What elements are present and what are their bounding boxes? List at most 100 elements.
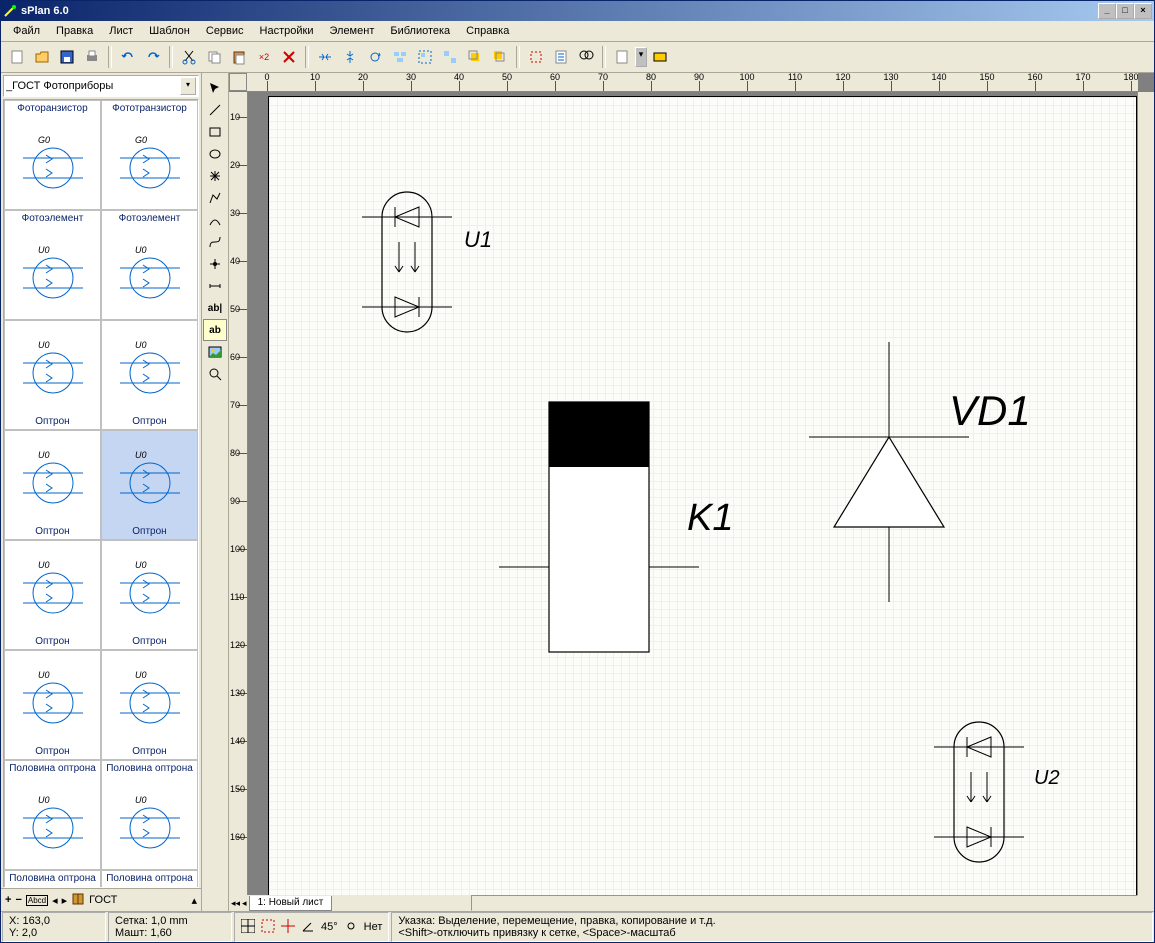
size-inc-icon[interactable]: ▸ <box>62 894 68 907</box>
menu-template[interactable]: Шаблон <box>141 23 198 39</box>
page-dropdown-icon[interactable]: ▾ <box>635 47 647 67</box>
zoom-tool-icon[interactable] <box>203 363 227 385</box>
svg-text:U0: U0 <box>135 450 147 460</box>
component-vd1[interactable] <box>789 342 989 602</box>
remove-icon[interactable]: − <box>15 894 21 906</box>
line-tool-icon[interactable] <box>203 99 227 121</box>
library-item[interactable]: ФотоэлементU0 <box>101 210 198 320</box>
library-item-label: Оптрон <box>5 744 100 759</box>
paste-icon[interactable] <box>227 45 251 69</box>
redo-icon[interactable] <box>141 45 165 69</box>
library-item[interactable]: Половина оптронаU0 <box>101 760 198 870</box>
app-window: sPlan 6.0 _ □ × Файл Правка Лист Шаблон … <box>0 0 1155 943</box>
tab-nav-first-icon[interactable]: ◂◂ <box>231 898 240 909</box>
search-icon[interactable] <box>574 45 598 69</box>
cut-icon[interactable] <box>177 45 201 69</box>
special-tool-icon[interactable] <box>203 165 227 187</box>
align-icon[interactable] <box>388 45 412 69</box>
list-icon[interactable] <box>549 45 573 69</box>
angle-icon[interactable] <box>301 919 315 936</box>
sheet-tab[interactable]: 1: Новый лист <box>249 896 333 911</box>
bezier-tool-icon[interactable] <box>203 231 227 253</box>
circle-tool-icon[interactable] <box>203 143 227 165</box>
label-toggle-icon[interactable]: Abcd <box>26 895 48 906</box>
vertical-scrollbar[interactable] <box>1137 92 1154 895</box>
undo-icon[interactable] <box>116 45 140 69</box>
image-tool-icon[interactable] <box>203 341 227 363</box>
library-item[interactable]: U0Оптрон <box>101 540 198 650</box>
menu-file[interactable]: Файл <box>5 23 48 39</box>
library-item[interactable]: ФотоэлементU0 <box>4 210 101 320</box>
rect-tool-icon[interactable] <box>203 121 227 143</box>
library-item[interactable]: U0 Оптрон <box>4 650 101 760</box>
book-icon[interactable] <box>71 892 85 909</box>
ungroup-icon[interactable] <box>438 45 462 69</box>
snap-rect-icon[interactable] <box>261 919 275 936</box>
menu-service[interactable]: Сервис <box>198 23 252 39</box>
size-dec-icon[interactable]: ◂ <box>52 894 58 907</box>
library-item[interactable]: ФоторанзисторG0 <box>4 100 101 210</box>
grid-icon[interactable] <box>241 919 255 936</box>
menu-edit[interactable]: Правка <box>48 23 101 39</box>
zoom-window-icon[interactable] <box>648 45 672 69</box>
menu-settings[interactable]: Настройки <box>252 23 322 39</box>
dimension-tool-icon[interactable] <box>203 275 227 297</box>
library-item[interactable]: Половина оптронаU0 <box>4 760 101 870</box>
add-icon[interactable]: + <box>5 894 11 906</box>
group-icon[interactable] <box>413 45 437 69</box>
copy-icon[interactable] <box>202 45 226 69</box>
close-button[interactable]: × <box>1134 3 1152 19</box>
menu-library[interactable]: Библиотека <box>382 23 458 39</box>
menu-sheet[interactable]: Лист <box>101 23 141 39</box>
library-item[interactable]: U0Оптрон <box>101 430 198 540</box>
open-icon[interactable] <box>30 45 54 69</box>
rotate-icon[interactable] <box>363 45 387 69</box>
mirror-v-icon[interactable] <box>338 45 362 69</box>
library-item[interactable]: U0Оптрон <box>4 320 101 430</box>
label-u1: U1 <box>464 227 492 253</box>
library-item[interactable]: Половина оптронаU0 <box>4 870 101 888</box>
duplicate-icon[interactable]: ×2 <box>252 45 276 69</box>
canvas-area[interactable]: U1 K1 VD1 U2 sharasoft.com <box>248 92 1137 895</box>
curve-tool-icon[interactable] <box>203 209 227 231</box>
library-item[interactable]: ФототранзисторG0 <box>101 100 198 210</box>
front-icon[interactable] <box>463 45 487 69</box>
poly-tool-icon[interactable] <box>203 187 227 209</box>
component-u1[interactable] <box>357 187 477 337</box>
text-tool-icon[interactable]: ab| <box>203 297 227 319</box>
library-item[interactable]: Половина оптронаU0 <box>101 870 198 888</box>
snap-icon[interactable] <box>524 45 548 69</box>
library-item[interactable]: U0Оптрон <box>4 540 101 650</box>
library-selector[interactable]: _ГОСТ Фотоприборы ▾ <box>3 75 199 97</box>
save-icon[interactable] <box>55 45 79 69</box>
drawing-page[interactable]: U1 K1 VD1 U2 sharasoft.com <box>268 96 1137 895</box>
print-icon[interactable] <box>80 45 104 69</box>
textbox-tool-icon[interactable]: ab <box>203 319 227 341</box>
delete-icon[interactable] <box>277 45 301 69</box>
maximize-button[interactable]: □ <box>1116 3 1134 19</box>
library-item[interactable]: U0Оптрон <box>101 650 198 760</box>
svg-text:U0: U0 <box>38 795 50 805</box>
component-u2[interactable] <box>929 717 1049 867</box>
svg-text:U0: U0 <box>38 670 50 680</box>
minimize-button[interactable]: _ <box>1098 3 1116 19</box>
horizontal-scrollbar[interactable] <box>471 895 1138 911</box>
new-icon[interactable] <box>5 45 29 69</box>
page-icon[interactable] <box>610 45 634 69</box>
origin-icon[interactable] <box>281 919 295 936</box>
mirror-h-icon[interactable] <box>313 45 337 69</box>
tab-nav-prev-icon[interactable]: ◂ <box>242 898 247 909</box>
menu-help[interactable]: Справка <box>458 23 517 39</box>
status-angle: 45° <box>321 921 338 933</box>
dropdown-icon[interactable]: ▾ <box>180 77 196 95</box>
back-icon[interactable] <box>488 45 512 69</box>
library-item[interactable]: U0Оптрон <box>4 430 101 540</box>
component-k1[interactable] <box>499 397 699 657</box>
endpoint-icon[interactable] <box>344 919 358 936</box>
library-selector-text: _ГОСТ Фотоприборы <box>6 80 180 92</box>
scroll-up-icon[interactable]: ▴ <box>191 894 197 907</box>
library-item[interactable]: U0Оптрон <box>101 320 198 430</box>
node-tool-icon[interactable] <box>203 253 227 275</box>
menu-element[interactable]: Элемент <box>321 23 382 39</box>
pointer-tool-icon[interactable] <box>203 77 227 99</box>
